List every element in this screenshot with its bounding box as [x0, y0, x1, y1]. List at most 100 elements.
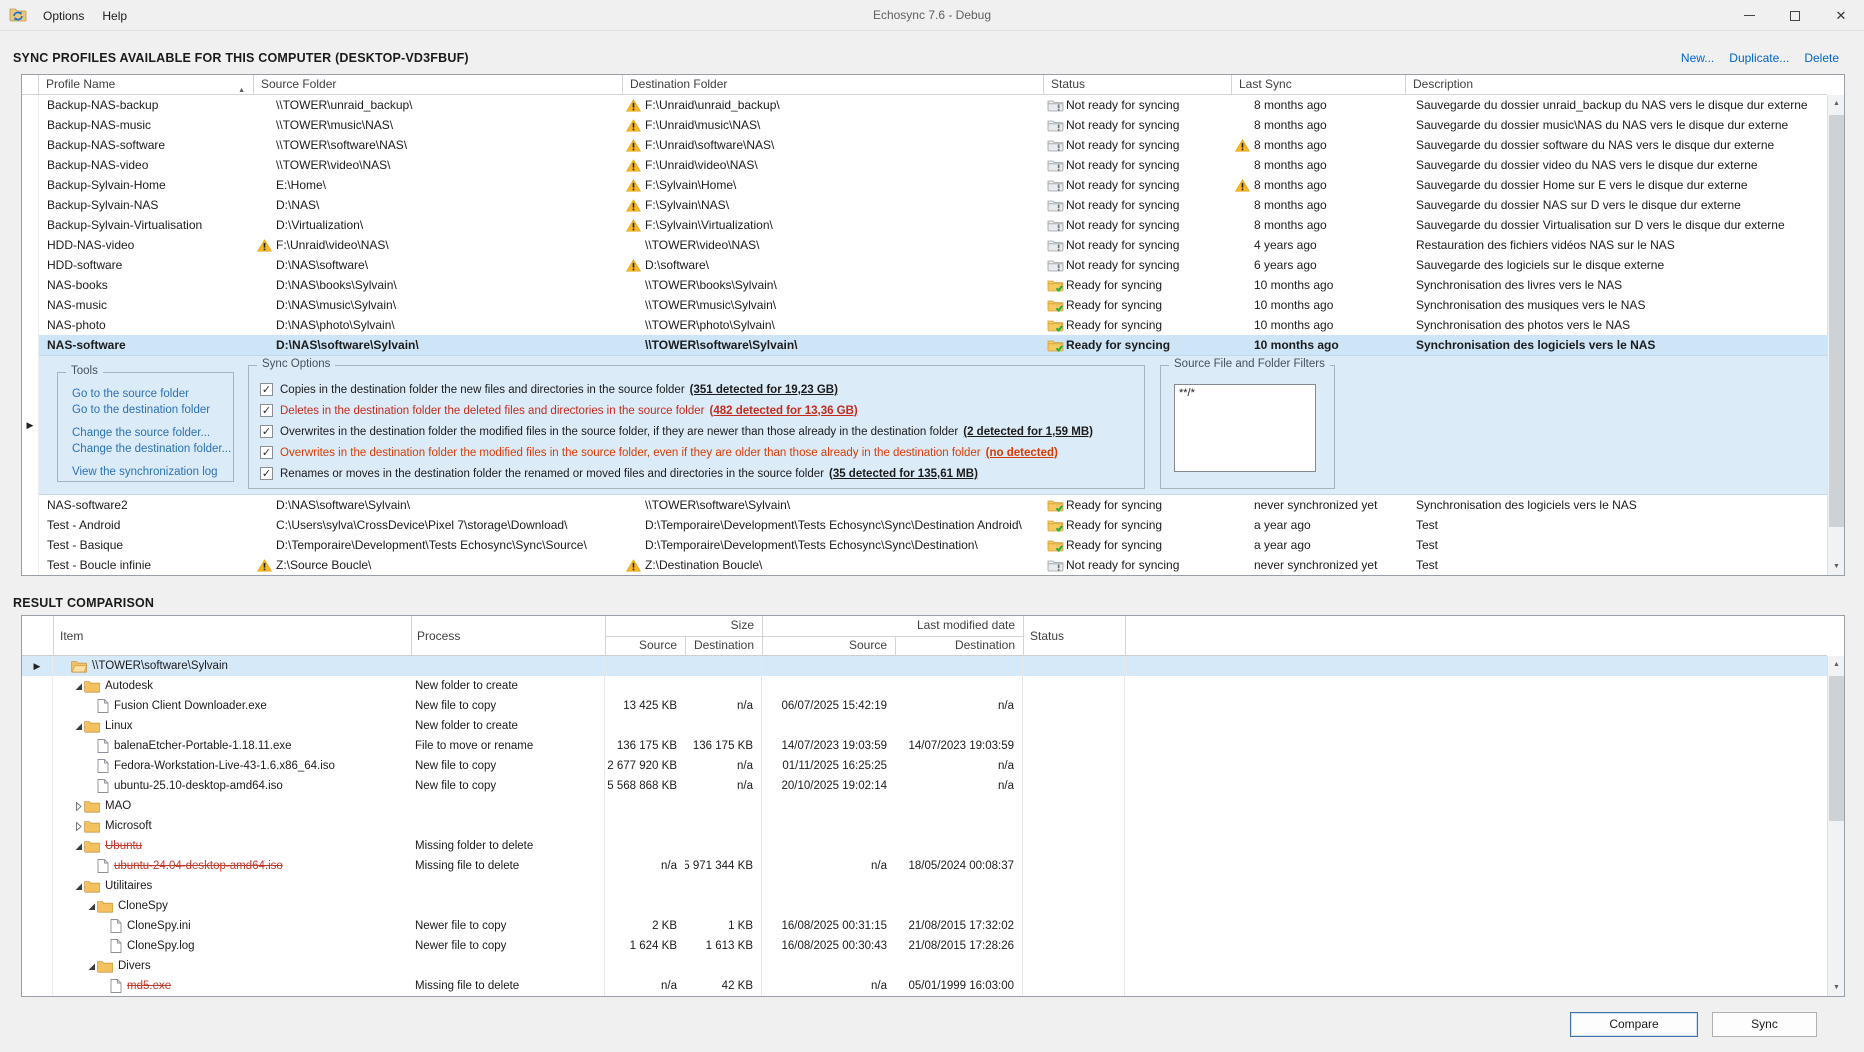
tree-expanded-icon[interactable]	[74, 722, 83, 731]
column-item[interactable]: Item	[60, 616, 83, 656]
column-status[interactable]: Status	[1044, 75, 1232, 94]
menu-help[interactable]: Help	[93, 5, 136, 27]
profile-row[interactable]: NAS-software2D:\NAS\software\Sylvain\\\T…	[22, 495, 1827, 515]
profile-row[interactable]: NAS-photoD:\NAS\photo\Sylvain\\\TOWER\ph…	[22, 315, 1827, 335]
profiles-scrollbar-thumb[interactable]	[1829, 115, 1844, 527]
comparison-row[interactable]: CloneSpy.logNewer file to copy1 624 KB1 …	[22, 936, 1827, 956]
file-icon	[97, 739, 109, 753]
close-button[interactable]: ✕	[1818, 0, 1864, 31]
profiles-scrollbar[interactable]: ▲ ▼	[1827, 95, 1844, 575]
new-profile-link[interactable]: New...	[1681, 51, 1714, 65]
tools-link[interactable]: Go to the destination folder	[72, 402, 233, 418]
column-process[interactable]: Process	[417, 616, 460, 656]
detected-count-link[interactable]: (351 detected for 19,23 GB)	[690, 384, 838, 396]
detected-count-link[interactable]: (no detected)	[986, 447, 1058, 459]
comparison-scrollbar-thumb[interactable]	[1829, 676, 1844, 821]
duplicate-profile-link[interactable]: Duplicate...	[1729, 51, 1789, 65]
scroll-down-icon[interactable]: ▼	[1828, 979, 1845, 996]
comparison-row[interactable]: md5.exeMissing file to deleten/a42 KBn/a…	[22, 976, 1827, 996]
delete-profile-link[interactable]: Delete	[1804, 51, 1839, 65]
profile-row[interactable]: Test - AndroidC:\Users\sylva\CrossDevice…	[22, 515, 1827, 535]
checkbox-checked-icon[interactable]: ✓	[260, 383, 273, 396]
checkbox-checked-icon[interactable]: ✓	[260, 425, 273, 438]
profile-row[interactable]: Backup-Sylvain-HomeE:\Home\F:\Sylvain\Ho…	[22, 175, 1827, 195]
detected-count-link[interactable]: (482 detected for 13,36 GB)	[709, 405, 857, 417]
tree-expanded-icon[interactable]	[74, 842, 83, 851]
column-date-source[interactable]: Source	[762, 636, 887, 656]
menu-options[interactable]: Options	[34, 5, 93, 27]
column-last-sync[interactable]: Last Sync	[1232, 75, 1406, 94]
detected-count-link[interactable]: (2 detected for 1,59 MB)	[963, 426, 1093, 438]
column-group-last-modified[interactable]: Last modified date	[762, 616, 1015, 636]
profile-row[interactable]: Backup-NAS-backup\\TOWER\unraid_backup\F…	[22, 95, 1827, 115]
comparison-row[interactable]: LinuxNew folder to create	[22, 716, 1827, 736]
scroll-up-icon[interactable]: ▲	[1828, 95, 1845, 112]
warning-icon	[626, 199, 641, 212]
comparison-row[interactable]: UbuntuMissing folder to delete	[22, 836, 1827, 856]
profile-row[interactable]: Test - BasiqueD:\Temporaire\Development\…	[22, 535, 1827, 555]
maximize-button[interactable]	[1772, 0, 1818, 31]
comparison-row[interactable]: ubuntu-24.04-desktop-amd64.isoMissing fi…	[22, 856, 1827, 876]
item-name: Utilitaires	[53, 876, 411, 896]
comparison-row[interactable]: MAO	[22, 796, 1827, 816]
tools-link[interactable]: View the synchronization log	[72, 464, 233, 480]
comparison-row[interactable]: ▶\\TOWER\software\Sylvain	[22, 656, 1827, 676]
profile-row[interactable]: HDD-softwareD:\NAS\software\D:\software\…	[22, 255, 1827, 275]
profile-row[interactable]: NAS-musicD:\NAS\music\Sylvain\\\TOWER\mu…	[22, 295, 1827, 315]
comparison-row[interactable]: CloneSpy.iniNewer file to copy2 KB1 KB16…	[22, 916, 1827, 936]
detected-count-link[interactable]: (35 detected for 135,61 MB)	[829, 468, 978, 480]
tools-link[interactable]: Change the source folder...	[72, 425, 233, 441]
comparison-row[interactable]: balenaEtcher-Portable-1.18.11.exeFile to…	[22, 736, 1827, 756]
tools-link[interactable]: Go to the source folder	[72, 386, 233, 402]
comparison-row[interactable]: Divers	[22, 956, 1827, 976]
column-profile-name[interactable]: Profile Name▲	[39, 75, 254, 94]
column-description[interactable]: Description	[1406, 75, 1827, 94]
row-gutter	[22, 956, 53, 976]
profile-row[interactable]: Backup-NAS-music\\TOWER\music\NAS\F:\Unr…	[22, 115, 1827, 135]
column-destination-folder[interactable]: Destination Folder	[623, 75, 1044, 94]
tree-collapsed-icon[interactable]	[74, 802, 83, 811]
column-size-destination[interactable]: Destination	[685, 636, 754, 656]
tree-expanded-icon[interactable]	[87, 962, 96, 971]
checkbox-checked-icon[interactable]: ✓	[260, 404, 273, 417]
compare-button[interactable]: Compare	[1570, 1012, 1698, 1037]
column-result-status[interactable]: Status	[1030, 616, 1064, 656]
comparison-row[interactable]: ubuntu-25.10-desktop-amd64.isoNew file t…	[22, 776, 1827, 796]
checkbox-checked-icon[interactable]: ✓	[260, 446, 273, 459]
comparison-row[interactable]: Microsoft	[22, 816, 1827, 836]
profile-row[interactable]: Backup-Sylvain-NASD:\NAS\F:\Sylvain\NAS\…	[22, 195, 1827, 215]
sync-option-label: Overwrites in the destination folder the…	[280, 447, 981, 459]
tree-expanded-icon[interactable]	[74, 682, 83, 691]
profile-row[interactable]: Backup-Sylvain-VirtualisationD:\Virtuali…	[22, 215, 1827, 235]
sync-button[interactable]: Sync	[1712, 1012, 1817, 1037]
column-source-folder[interactable]: Source Folder	[254, 75, 623, 94]
profile-row[interactable]: NAS-booksD:\NAS\books\Sylvain\\\TOWER\bo…	[22, 275, 1827, 295]
filters-input[interactable]: **/*	[1174, 384, 1316, 472]
profile-row[interactable]: NAS-softwareD:\NAS\software\Sylvain\\\TO…	[22, 335, 1827, 355]
tree-expanded-icon[interactable]	[74, 882, 83, 891]
scroll-down-icon[interactable]: ▼	[1828, 558, 1845, 575]
scroll-up-icon[interactable]: ▲	[1828, 656, 1845, 673]
profile-name: Backup-NAS-software	[39, 135, 254, 155]
profile-row[interactable]: Backup-NAS-software\\TOWER\software\NAS\…	[22, 135, 1827, 155]
checkbox-checked-icon[interactable]: ✓	[260, 467, 273, 480]
date-source: 20/10/2025 19:02:14	[762, 776, 895, 796]
column-size-source[interactable]: Source	[605, 636, 677, 656]
comparison-row[interactable]: CloneSpy	[22, 896, 1827, 916]
row-filler	[1125, 976, 1827, 996]
tree-collapsed-icon[interactable]	[74, 822, 83, 831]
tools-link[interactable]: Change the destination folder...	[72, 441, 233, 457]
tree-expanded-icon[interactable]	[87, 902, 96, 911]
column-date-destination[interactable]: Destination	[895, 636, 1015, 656]
column-group-size[interactable]: Size	[605, 616, 754, 636]
warning-icon	[257, 239, 272, 252]
profile-row[interactable]: Test - Boucle infinieZ:\Source Boucle\Z:…	[22, 555, 1827, 575]
comparison-scrollbar[interactable]: ▲ ▼	[1827, 656, 1844, 996]
profile-row[interactable]: HDD-NAS-videoF:\Unraid\video\NAS\\\TOWER…	[22, 235, 1827, 255]
comparison-row[interactable]: Fusion Client Downloader.exeNew file to …	[22, 696, 1827, 716]
minimize-button[interactable]	[1726, 0, 1772, 31]
profile-row[interactable]: Backup-NAS-video\\TOWER\video\NAS\F:\Unr…	[22, 155, 1827, 175]
comparison-row[interactable]: AutodeskNew folder to create	[22, 676, 1827, 696]
comparison-row[interactable]: Fedora-Workstation-Live-43-1.6.x86_64.is…	[22, 756, 1827, 776]
comparison-row[interactable]: Utilitaires	[22, 876, 1827, 896]
